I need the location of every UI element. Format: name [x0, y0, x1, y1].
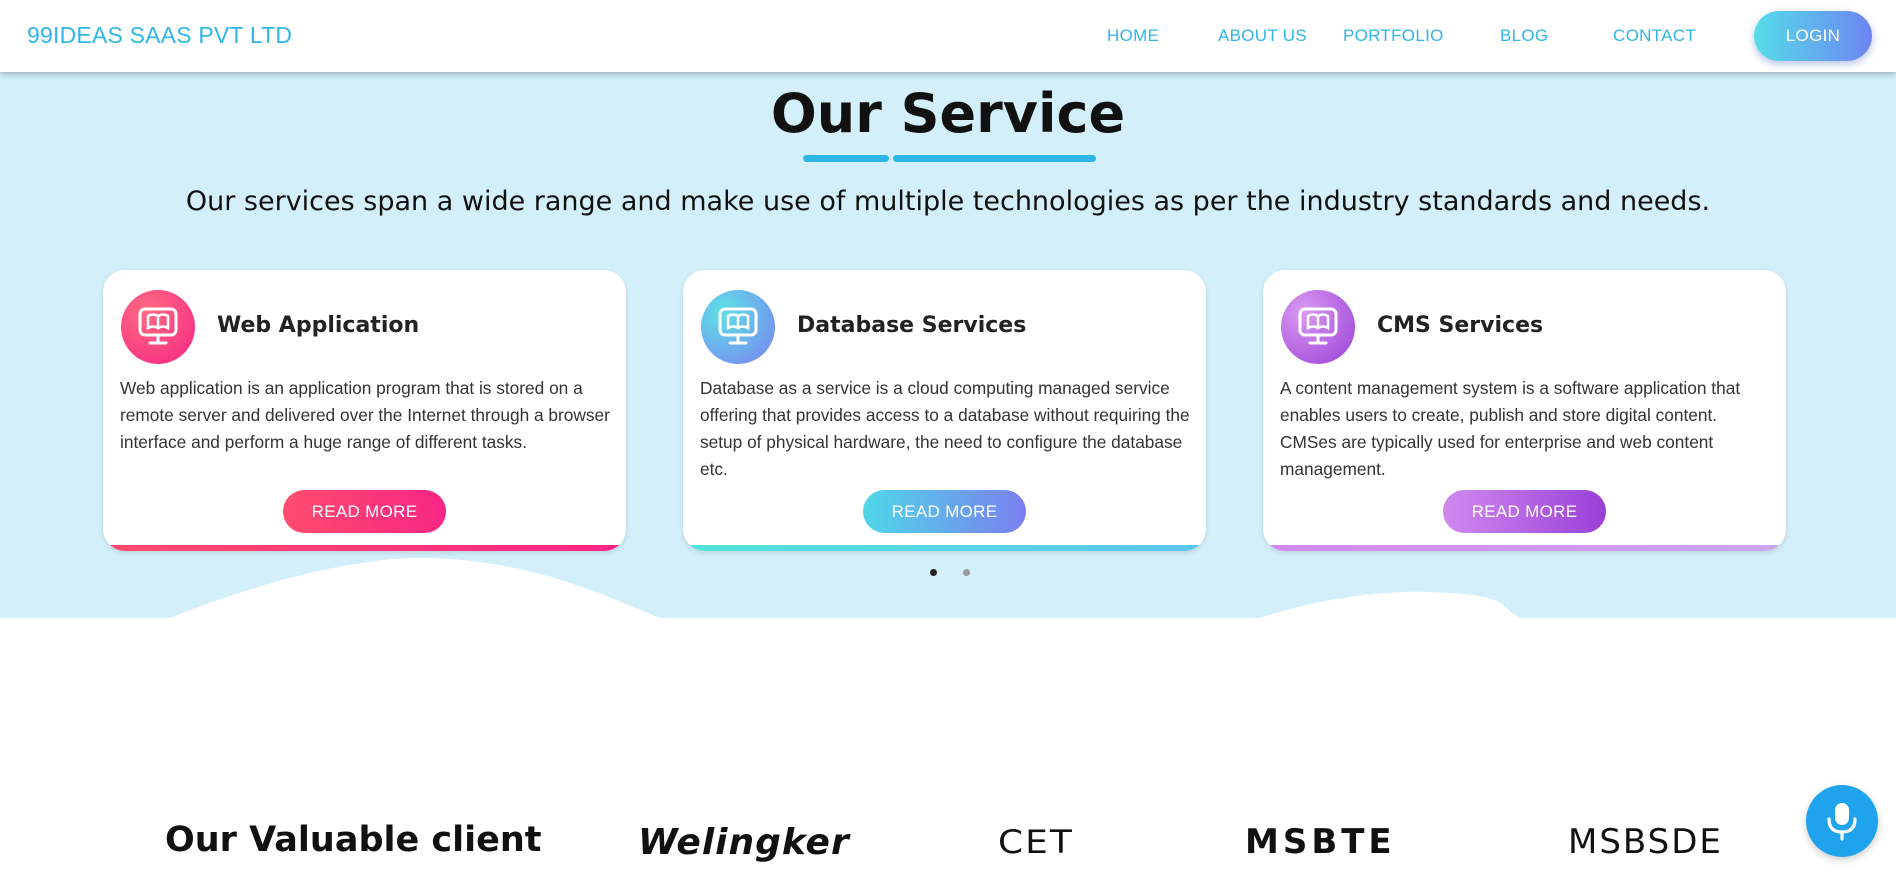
- read-more-button[interactable]: READ MORE: [1443, 490, 1606, 533]
- clients-title: Our Valuable client: [165, 820, 542, 860]
- monitor-book-icon: [1281, 290, 1355, 364]
- title-underline: [803, 155, 889, 162]
- service-card-cms-services: CMS Services A content management system…: [1263, 270, 1786, 551]
- nav-home[interactable]: HOME: [1107, 26, 1159, 46]
- nav-portfolio[interactable]: PORTFOLIO: [1343, 26, 1444, 46]
- card-title: Database Services: [797, 313, 1027, 338]
- card-title: CMS Services: [1377, 313, 1544, 338]
- section-title: Our Service: [770, 82, 1126, 145]
- brand-logo[interactable]: 99IDEAS SAAS PVT LTD: [27, 22, 292, 49]
- nav-blog[interactable]: BLOG: [1500, 26, 1548, 46]
- carousel-dot-1[interactable]: [930, 569, 937, 576]
- service-card-web-application: Web Application Web application is an ap…: [103, 270, 626, 551]
- section-subtitle: Our services span a wide range and make …: [185, 186, 1711, 217]
- voice-assistant-button[interactable]: [1806, 785, 1878, 857]
- login-button[interactable]: LOGIN: [1754, 11, 1872, 61]
- microphone-icon: [1827, 803, 1857, 841]
- card-accent-bar: [103, 545, 626, 551]
- card-title: Web Application: [217, 313, 420, 338]
- card-accent-bar: [683, 545, 1206, 551]
- navbar: 99IDEAS SAAS PVT LTD HOME ABOUT US PORTF…: [0, 0, 1896, 72]
- card-description: Web application is an application progra…: [120, 378, 610, 452]
- title-underline: [893, 155, 1096, 162]
- client-logo-cet: CET: [998, 824, 1074, 861]
- service-section: Our Service Our services span a wide ran…: [0, 72, 1896, 618]
- client-logo-msbsde: MSBSDE: [1568, 822, 1723, 862]
- card-description: A content management system is a softwar…: [1280, 378, 1741, 479]
- read-more-button[interactable]: READ MORE: [863, 490, 1026, 533]
- wave-divider: [0, 558, 1520, 618]
- service-card-database-services: Database Services Database as a service …: [683, 270, 1206, 551]
- client-logo-msbte: MSBTE: [1245, 822, 1396, 862]
- card-description: Database as a service is a cloud computi…: [700, 378, 1190, 479]
- monitor-book-icon: [121, 290, 195, 364]
- carousel-dot-2[interactable]: [963, 569, 970, 576]
- card-accent-bar: [1263, 545, 1786, 551]
- read-more-button[interactable]: READ MORE: [283, 490, 446, 533]
- client-logo-welingker: Welingker: [638, 822, 850, 863]
- monitor-book-icon: [701, 290, 775, 364]
- nav-contact[interactable]: CONTACT: [1613, 26, 1696, 46]
- nav-about-us[interactable]: ABOUT US: [1218, 26, 1307, 46]
